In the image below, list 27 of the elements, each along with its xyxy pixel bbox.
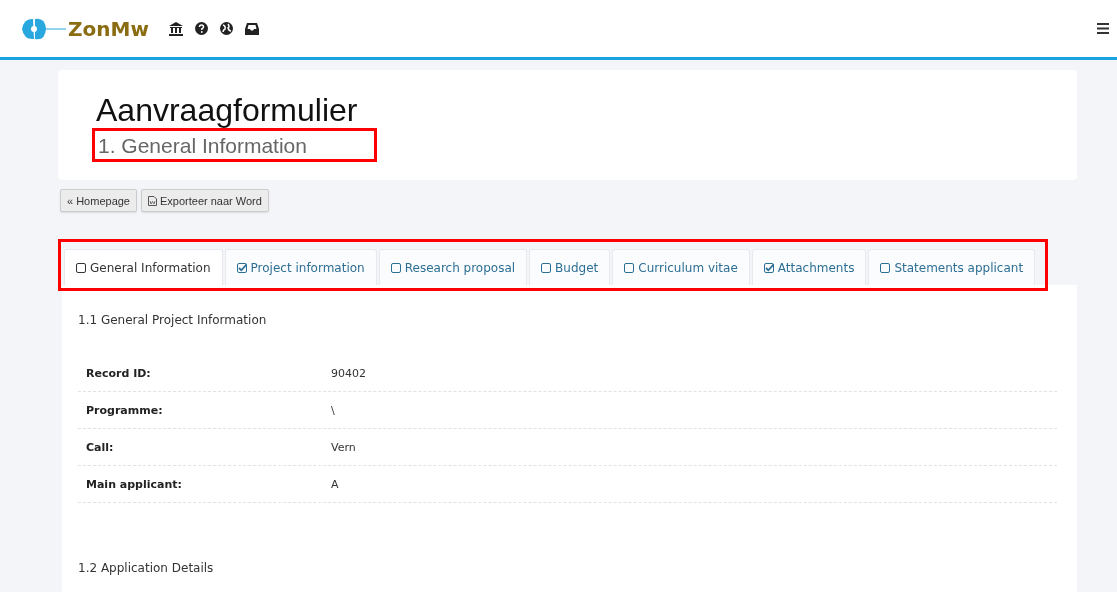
help-icon[interactable]: [194, 22, 208, 35]
tab[interactable]: General Information: [64, 249, 223, 285]
section-heading: 1.1 General Project Information: [78, 313, 268, 327]
field-label: Main applicant:: [86, 477, 183, 491]
tab[interactable]: Budget: [529, 249, 611, 285]
field-label: Record ID:: [86, 366, 152, 380]
tab[interactable]: Research proposal: [378, 249, 528, 285]
field-label: Call:: [86, 440, 115, 454]
menu-icon[interactable]: [1097, 23, 1109, 34]
bank-icon[interactable]: [168, 21, 183, 36]
field-label: Programme:: [86, 403, 164, 417]
inbox-icon[interactable]: [244, 22, 259, 35]
section-heading: 1.2 Application Details: [78, 561, 215, 575]
field-value: 90402: [331, 366, 366, 380]
tab[interactable]: Curriculum vitae: [612, 249, 750, 285]
tab[interactable]: Attachments: [751, 249, 867, 285]
tab[interactable]: Statements applicant: [868, 249, 1036, 285]
page-title: Aanvraagformulier: [95, 92, 359, 128]
field-value: \: [331, 403, 335, 417]
brand-name[interactable]: ZonMw: [68, 16, 149, 41]
homepage-button[interactable]: « Homepage: [60, 189, 137, 212]
field-value: A: [331, 477, 339, 491]
tab[interactable]: Project information: [224, 249, 377, 285]
document-icon: [148, 195, 157, 206]
field-value: Vern: [331, 440, 356, 454]
section-subtitle: 1. General Information: [97, 133, 308, 159]
export-button[interactable]: Exporteer naar Word: [141, 189, 269, 212]
